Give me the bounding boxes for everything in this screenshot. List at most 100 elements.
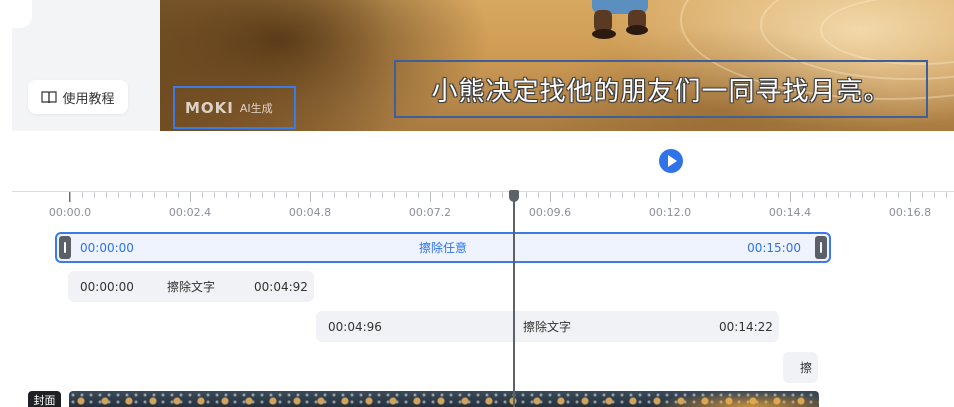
erase-text-clip[interactable]: 00:00:00 擦除文字 00:04:92 <box>68 271 314 302</box>
ruler-label: 00:14.4 <box>768 206 812 219</box>
erase-any-track[interactable]: 擦除任意 00:00:00 00:15:00 <box>55 232 831 263</box>
tutorial-label: 使用教程 <box>62 91 115 107</box>
ruler-tick <box>238 192 239 198</box>
ruler-label: 00:02.4 <box>168 206 212 219</box>
clip-start-time: 00:00:00 <box>80 279 134 294</box>
ruler-tick <box>286 192 287 198</box>
ruler-tick <box>370 192 371 198</box>
clip-label: 擦除文字 <box>523 320 572 334</box>
ruler-tick <box>754 192 755 198</box>
ruler-tick <box>610 192 611 198</box>
ruler-label: 00:00.0 <box>48 206 92 219</box>
playhead-handle[interactable] <box>509 190 519 202</box>
playhead-line[interactable] <box>513 196 515 407</box>
ruler-tick <box>562 192 563 198</box>
panel-tab[interactable] <box>12 0 32 28</box>
ruler-tick <box>670 192 671 202</box>
cover-label: 封面 <box>33 394 56 407</box>
editor-page: 使用教程 MOKI AI生成 小熊决定找他的朋友们一同寻找月亮。 00:00.0… <box>0 0 954 407</box>
erase-clip-small[interactable]: 擦 <box>783 352 818 383</box>
ruler-tick <box>478 192 479 198</box>
ruler-tick <box>430 192 431 202</box>
clip-label: 擦除文字 <box>167 280 216 294</box>
ruler-tick <box>166 192 167 198</box>
track-start-time: 00:00:00 <box>80 240 134 255</box>
clip-end-time: 00:14:22 <box>719 319 773 334</box>
ruler-tick <box>838 192 839 198</box>
clip-start-time: 00:04:96 <box>328 319 382 334</box>
ruler-tick <box>586 192 587 198</box>
ruler-tick <box>898 192 899 198</box>
ruler-tick <box>622 192 623 198</box>
ruler-tick <box>850 192 851 198</box>
ruler-tick <box>346 192 347 198</box>
ruler-tick <box>862 192 863 198</box>
ruler-tick <box>874 192 875 198</box>
track-end-time: 00:15:00 <box>747 240 801 255</box>
bear-figure <box>592 0 648 39</box>
ruler-tick <box>142 192 143 198</box>
ruler-label: 00:09.6 <box>528 206 572 219</box>
video-preview[interactable]: MOKI AI生成 小熊决定找他的朋友们一同寻找月亮。 <box>160 0 954 131</box>
ruler-label: 00:07.2 <box>408 206 452 219</box>
ruler-tick <box>490 192 491 198</box>
ruler-tick <box>634 192 635 198</box>
ruler-tick <box>922 192 923 198</box>
ruler-tick <box>82 192 83 198</box>
ruler-tick <box>730 192 731 198</box>
ruler-tick <box>646 192 647 198</box>
ruler-tick <box>262 192 263 198</box>
ruler-tick <box>214 192 215 198</box>
erase-text-clip[interactable]: 00:04:96 擦除文字 00:14:22 <box>316 311 779 342</box>
play-button[interactable] <box>659 149 683 173</box>
subtitle-box[interactable]: 小熊决定找他的朋友们一同寻找月亮。 <box>394 60 928 118</box>
cover-button[interactable]: 封面 <box>28 391 61 407</box>
trim-handle-right[interactable] <box>815 236 827 259</box>
ruler-tick <box>442 192 443 198</box>
ruler-tick <box>130 192 131 198</box>
ruler-tick <box>310 192 311 202</box>
track-label: 擦除任意 <box>418 241 467 255</box>
ruler-tick <box>706 192 707 198</box>
tutorial-button[interactable]: 使用教程 <box>28 80 128 114</box>
filmstrip-highlight <box>649 391 819 407</box>
ruler-tick <box>946 192 947 198</box>
ruler-tick <box>538 192 539 198</box>
ruler-tick <box>718 192 719 198</box>
ruler-tick <box>406 192 407 198</box>
ruler-tick <box>682 192 683 198</box>
ruler-tick <box>154 192 155 198</box>
ruler-tick <box>70 192 71 202</box>
ruler-tick <box>418 192 419 198</box>
ruler-tick <box>934 192 935 198</box>
ruler-tick <box>466 192 467 198</box>
book-icon <box>41 91 58 104</box>
ruler-tick <box>694 192 695 198</box>
video-filmstrip[interactable] <box>69 391 819 407</box>
ruler-tick <box>502 192 503 198</box>
ruler-tick <box>118 192 119 198</box>
ruler-tick <box>274 192 275 198</box>
ruler-tick <box>766 192 767 198</box>
ruler-tick <box>334 192 335 198</box>
ruler-tick <box>202 192 203 198</box>
ruler-tick <box>826 192 827 198</box>
ruler-tick <box>454 192 455 198</box>
ruler-tick <box>814 192 815 198</box>
ruler-tick <box>322 192 323 198</box>
ruler-tick <box>886 192 887 198</box>
ruler-tick <box>658 192 659 198</box>
ruler-tick <box>250 192 251 198</box>
ruler-origin-marker <box>69 192 70 202</box>
ruler-tick <box>802 192 803 198</box>
ruler-tick <box>526 192 527 198</box>
ruler-label: 00:04.8 <box>288 206 332 219</box>
ruler-tick <box>778 192 779 198</box>
ruler-tick <box>394 192 395 198</box>
ruler-tick <box>178 192 179 198</box>
ruler-tick <box>742 192 743 198</box>
ruler-tick <box>190 192 191 202</box>
watermark-box[interactable]: MOKI AI生成 <box>173 86 296 129</box>
ruler-tick <box>910 192 911 202</box>
watermark-text: AI生成 <box>239 101 273 115</box>
